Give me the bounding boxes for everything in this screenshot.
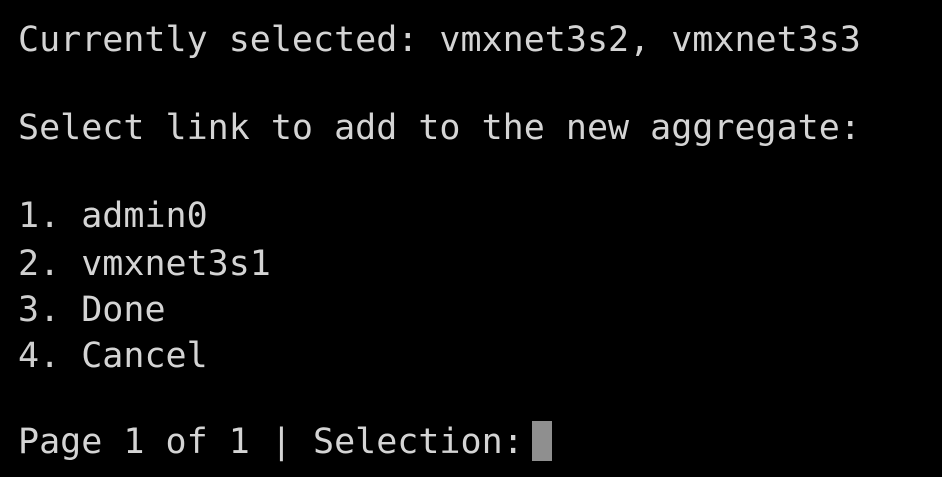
menu-option-label: vmxnet3s1 <box>81 244 271 284</box>
menu-option-admin0[interactable]: 1. admin0 <box>18 192 208 240</box>
menu-option-number: 3. <box>18 290 61 330</box>
selection-prompt-line[interactable]: Page 1 of 1 | Selection: <box>18 418 552 466</box>
menu-option-number: 4. <box>18 336 61 376</box>
menu-option-cancel[interactable]: 4. Cancel <box>18 332 208 380</box>
menu-option-vmxnet3s1[interactable]: 2. vmxnet3s1 <box>18 240 271 288</box>
menu-option-label: Cancel <box>81 336 208 376</box>
menu-option-number: 1. <box>18 196 61 236</box>
current-selection-text: Currently selected: vmxnet3s2, vmxnet3s3 <box>18 20 861 60</box>
menu-option-label: admin0 <box>81 196 208 236</box>
menu-option-done[interactable]: 3. Done <box>18 286 166 334</box>
pagination-status: Page 1 of 1 | Selection: <box>18 422 524 462</box>
terminal-window[interactable]: Currently selected: vmxnet3s2, vmxnet3s3… <box>0 0 942 477</box>
menu-option-label: Done <box>81 290 166 330</box>
menu-option-number: 2. <box>18 244 61 284</box>
menu-prompt: Select link to add to the new aggregate: <box>18 108 861 148</box>
text-cursor <box>531 421 552 461</box>
